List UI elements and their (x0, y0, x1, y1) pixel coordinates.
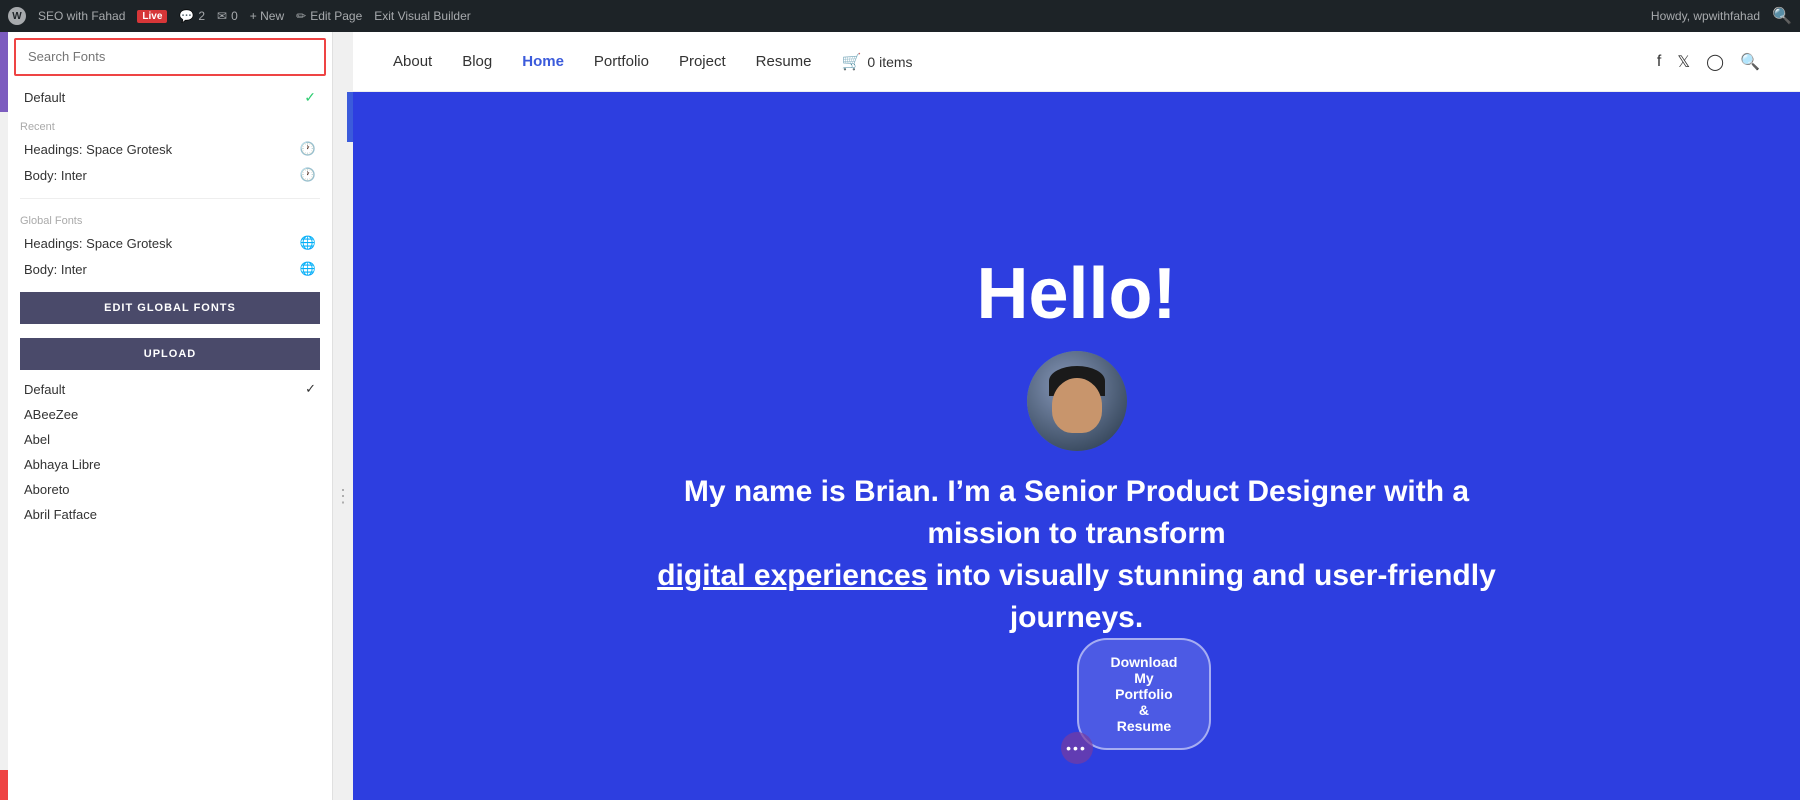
cart-count: 0 items (867, 54, 912, 70)
floating-dots-button[interactable]: ••• (1061, 732, 1093, 764)
font-list-item-abhaya-libre[interactable]: Abhaya Libre (20, 452, 320, 477)
avatar-image (1027, 351, 1127, 451)
hero-section: Hello! My name is Brian. I’m a Senior Pr… (353, 92, 1800, 800)
exit-visual-builder-button[interactable]: Exit Visual Builder (374, 9, 471, 23)
dots-icon: ••• (1066, 740, 1087, 756)
nav-link-blog[interactable]: Blog (462, 53, 492, 70)
main-layout: Default ✓ Recent Headings: Space Grotesk… (0, 32, 1800, 800)
edit-page-button[interactable]: ✏Edit Page (296, 9, 362, 23)
clock-icon: 🕐 (300, 141, 316, 157)
font-item-headings-space-grotesk-global[interactable]: Headings: Space Grotesk 🌐 (20, 230, 320, 256)
font-list-item-aboreto[interactable]: Aboreto (20, 477, 320, 502)
search-nav-icon[interactable]: 🔍 (1740, 52, 1760, 72)
font-search-area (14, 38, 326, 76)
font-item-body-inter-recent[interactable]: Body: Inter 🕐 (20, 162, 320, 188)
facebook-icon[interactable]: f (1657, 53, 1661, 71)
recent-label: Recent (20, 121, 320, 133)
font-list-item-abeezee[interactable]: ABeeZee (20, 402, 320, 427)
font-item-body-inter-global[interactable]: Body: Inter 🌐 (20, 256, 320, 282)
download-button[interactable]: Download My Portfolio & Resume (1077, 638, 1212, 750)
avatar-face (1052, 378, 1102, 433)
globe-icon: 🌐 (300, 235, 316, 251)
font-global-section: Global Fonts Headings: Space Grotesk 🌐 B… (8, 207, 332, 284)
twitter-icon[interactable]: 𝕏 (1677, 52, 1690, 72)
font-list-area: Default ✓ ABeeZee Abel Abhaya Libre Abor… (8, 376, 332, 800)
nav-link-project[interactable]: Project (679, 53, 726, 70)
nav-link-home[interactable]: Home (522, 53, 564, 70)
new-button[interactable]: + New (250, 9, 284, 23)
messages-count[interactable]: ✉0 (217, 9, 238, 23)
cart-area[interactable]: 🛒 0 items (842, 52, 913, 72)
site-name[interactable]: SEO with Fahad (38, 9, 125, 23)
live-badge: Live (137, 10, 167, 23)
check-icon-list: ✓ (305, 381, 316, 397)
upload-button[interactable]: UPLOAD (20, 338, 320, 370)
howdy-text: Howdy, wpwithfahad (1651, 9, 1760, 23)
search-icon[interactable]: 🔍 (1772, 6, 1792, 26)
font-divider (20, 198, 320, 199)
hero-description: My name is Brian. I’m a Senior Product D… (627, 471, 1527, 639)
panel-vertical-dots[interactable]: ⋮ (334, 486, 352, 507)
nav-link-portfolio[interactable]: Portfolio (594, 53, 649, 70)
nav-link-about[interactable]: About (393, 53, 432, 70)
hero-description-link[interactable]: digital experiences (657, 559, 927, 592)
font-item-headings-space-grotesk-recent[interactable]: Headings: Space Grotesk 🕐 (20, 136, 320, 162)
nav-social: f 𝕏 ◯ 🔍 (1657, 52, 1760, 72)
edit-global-fonts-button[interactable]: EDIT GLOBAL FONTS (20, 292, 320, 324)
nav-bar: About Blog Home Portfolio Project Resume… (353, 32, 1800, 92)
instagram-icon[interactable]: ◯ (1706, 52, 1724, 72)
wp-logo-icon[interactable]: W (8, 7, 26, 25)
font-panel: Default ✓ Recent Headings: Space Grotesk… (8, 32, 333, 800)
globe-icon-2: 🌐 (300, 261, 316, 277)
font-list-item-default[interactable]: Default ✓ (20, 376, 320, 402)
hero-title: Hello! (976, 253, 1176, 335)
font-default-section: Default ✓ (8, 82, 332, 113)
font-item-default[interactable]: Default ✓ (20, 84, 320, 111)
font-recent-section: Recent Headings: Space Grotesk 🕐 Body: I… (8, 113, 332, 190)
accent-red (0, 770, 8, 800)
nav-link-resume[interactable]: Resume (756, 53, 812, 70)
check-icon: ✓ (304, 89, 316, 106)
clock-icon-2: 🕐 (300, 167, 316, 183)
cart-icon: 🛒 (842, 52, 862, 72)
font-list-item-abril-fatface[interactable]: Abril Fatface (20, 502, 320, 527)
side-accent-left (0, 32, 8, 800)
avatar (1027, 351, 1127, 451)
panel-right-accent: ⋮ (333, 32, 353, 800)
nav-links: About Blog Home Portfolio Project Resume… (393, 52, 913, 72)
search-fonts-input[interactable] (28, 49, 312, 64)
global-fonts-label: Global Fonts (20, 215, 320, 227)
content-area: About Blog Home Portfolio Project Resume… (353, 32, 1800, 800)
accent-purple (0, 32, 8, 112)
admin-bar: W SEO with Fahad Live 💬2 ✉0 + New ✏Edit … (0, 0, 1800, 32)
comments-count[interactable]: 💬2 (179, 9, 205, 23)
font-list-item-abel[interactable]: Abel (20, 427, 320, 452)
